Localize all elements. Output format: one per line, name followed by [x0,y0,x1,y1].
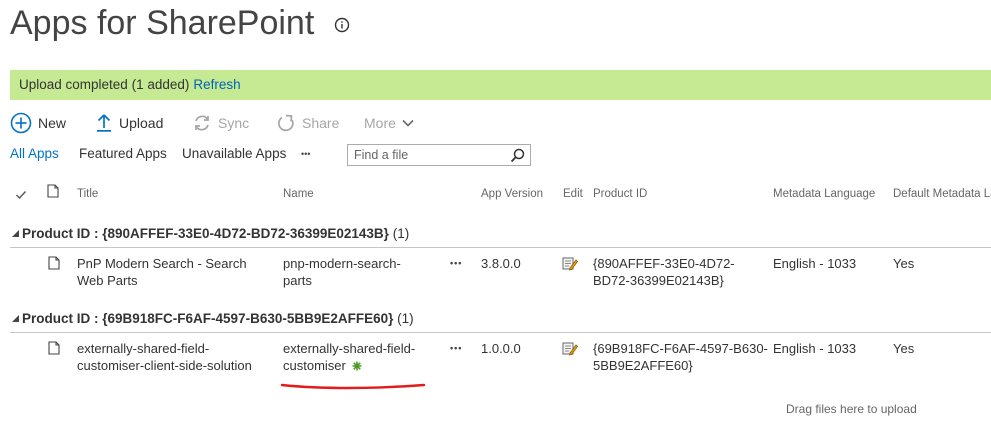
row-metadata-language: English - 1033 [773,341,857,356]
share-button[interactable]: Share [276,112,339,134]
edit-properties-icon[interactable] [562,341,579,361]
new-button-label: New [38,115,67,131]
search-icon[interactable] [510,148,525,168]
group-divider [10,332,991,333]
row-metadata-language: English - 1033 [773,256,857,271]
file-type-column-icon[interactable] [47,184,59,203]
column-header-default-metadata-language[interactable]: Default Metadata La [893,188,991,200]
row-product-id-line: 5BB9E2AFFE60} [593,358,693,373]
sync-button[interactable]: Sync [192,112,249,134]
tab-featured-apps[interactable]: Featured Apps [79,146,167,166]
column-header-app-version[interactable]: App Version [481,188,543,200]
group-count: (1) [392,226,410,241]
file-icon[interactable] [48,341,60,360]
plus-circle-icon [10,112,32,134]
group-value: {890AFFEF-33E0-4D72-BD72-36399E02143B} [102,226,389,241]
upload-button[interactable]: Upload [95,112,163,134]
column-header-edit[interactable]: Edit [563,188,583,200]
upload-button-label: Upload [119,115,164,131]
row-actions-button[interactable]: ••• [450,258,462,268]
share-button-label: Share [302,115,340,131]
row-app-version: 3.8.0.0 [481,256,521,271]
row-name-line: parts [283,273,312,288]
column-header-product-id[interactable]: Product ID [593,188,647,200]
row-actions-button[interactable]: ••• [450,343,462,353]
group-header[interactable]: Product ID : {890AFFEF-33E0-4D72-BD72-36… [12,226,409,242]
views-overflow-button[interactable]: ••• [301,149,310,169]
drag-files-hint: Drag files here to upload [786,402,917,416]
group-count: (1) [397,311,414,326]
row-name-line-with-marker: customiser [283,357,415,375]
upload-status-message: Upload completed (1 added) [19,77,190,92]
row-name-line: externally-shared-field- [283,341,416,356]
tab-unavailable-apps[interactable]: Unavailable Apps [182,146,286,166]
page-title-text: Apps for SharePoint [10,4,315,42]
more-menu-button[interactable]: More [364,112,414,134]
edit-properties-icon[interactable] [562,256,579,276]
row-title-line: externally-shared-field- [77,341,210,356]
more-button-label: More [364,115,396,131]
row-product-id-line: {890AFFEF-33E0-4D72- [593,256,735,271]
group-header[interactable]: Product ID : {69B918FC-F6AF-4597-B630-5B… [12,311,414,327]
share-icon [276,113,296,133]
row-product-id-line: {69B918FC-F6AF-4597-B630- [593,341,768,356]
group-label: Product ID [22,311,91,326]
sync-icon [192,113,212,133]
sync-button-label: Sync [218,115,250,131]
row-name[interactable]: externally-shared-field- customiser [283,340,415,375]
row-default-metadata-language: Yes [893,341,915,356]
upload-icon [95,113,113,133]
new-button[interactable]: New [10,112,66,134]
row-name-line: customiser [283,358,346,373]
row-name[interactable]: pnp-modern-search- parts [283,255,401,289]
page-title: Apps for SharePoint [10,4,350,45]
row-app-version: 1.0.0.0 [481,341,521,356]
refresh-link[interactable]: Refresh [193,77,240,92]
row-product-id-line: BD72-36399E02143B} [593,273,724,288]
annotation-underline [280,383,426,390]
select-all-checkmark-icon[interactable] [15,187,27,205]
row-title[interactable]: externally-shared-field- customiser-clie… [77,340,252,374]
file-icon[interactable] [48,256,60,275]
group-divider [10,247,991,248]
row-product-id: {69B918FC-F6AF-4597-B630- 5BB9E2AFFE60} [593,340,768,374]
column-header-title[interactable]: Title [77,188,98,200]
tab-all-apps[interactable]: All Apps [10,146,59,166]
new-item-sparkle-icon [352,358,362,375]
find-file-search-box [347,144,531,166]
row-name-line: pnp-modern-search- [283,256,401,271]
row-title-line: Web Parts [77,273,138,288]
column-header-name[interactable]: Name [283,188,314,200]
row-product-id: {890AFFEF-33E0-4D72- BD72-36399E02143B} [593,255,735,289]
group-collapse-triangle-icon [12,225,19,240]
column-header-metadata-language[interactable]: Metadata Language [773,188,875,200]
row-title-line: PnP Modern Search - Search [77,256,247,271]
group-separator: : [90,311,103,326]
row-title[interactable]: PnP Modern Search - Search Web Parts [77,255,247,289]
row-default-metadata-language: Yes [893,256,915,271]
group-value: {69B918FC-F6AF-4597-B630-5BB9E2AFFE60} [102,311,394,326]
search-input[interactable] [348,145,504,165]
group-separator: : [90,226,103,241]
upload-status-banner: Upload completed (1 added) Refresh [10,70,991,100]
info-icon[interactable] [334,3,350,42]
row-title-line: customiser-client-side-solution [77,358,252,373]
chevron-down-icon [402,119,414,127]
group-collapse-triangle-icon [12,310,19,325]
group-label: Product ID [22,226,91,241]
